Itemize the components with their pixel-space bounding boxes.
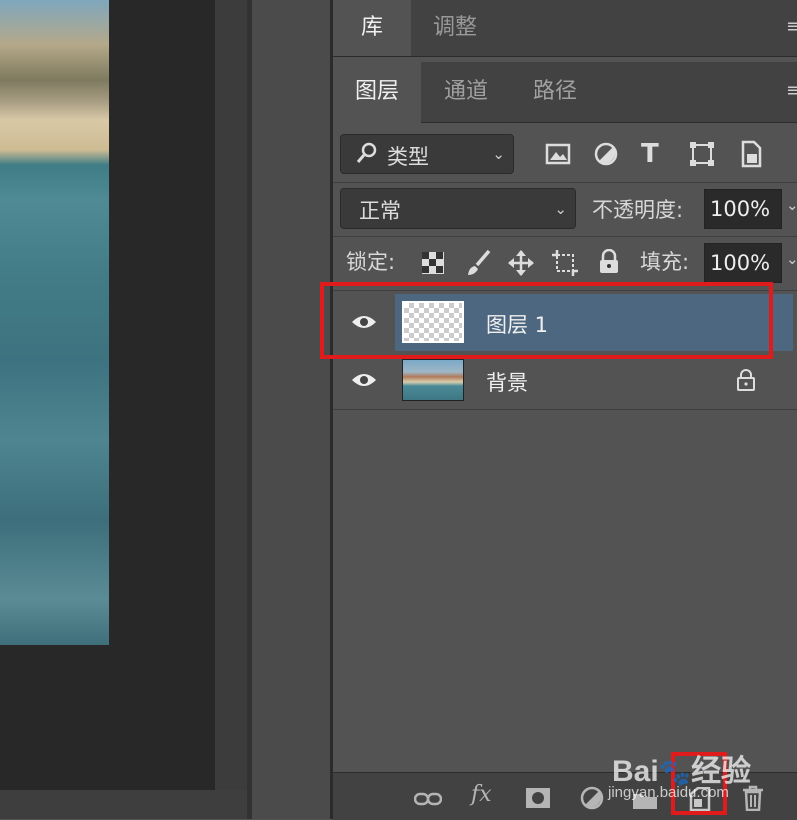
canvas-image [0,0,109,645]
filter-kind-label: 类型 [387,145,429,169]
layer-highlight-box [320,282,773,359]
layer-row-2[interactable]: 背景 [333,352,793,409]
chevron-down-icon: ⌄ [492,145,505,163]
watermark-url: jingyan.baidu.com [608,784,729,801]
opacity-label: 不透明度: [592,198,684,222]
add-mask-icon[interactable] [525,787,551,815]
image-filter-icon[interactable] [545,142,571,170]
paw-icon: 🐾 [658,757,692,787]
panel-menu-icon[interactable]: ≡ [786,16,797,37]
lock-transparent-pixels-icon[interactable] [422,252,444,278]
chevron-down-icon: ⌄ [554,199,567,218]
collapsed-panel-column [252,0,330,819]
link-layers-icon[interactable] [413,789,443,814]
opacity-input[interactable]: 100% [704,189,782,229]
type-filter-icon[interactable]: T [641,139,659,169]
lock-artboard-icon[interactable] [551,249,579,281]
separator [333,409,797,410]
lock-icon[interactable] [736,369,756,395]
lock-all-icon[interactable] [598,248,620,279]
status-bar [0,790,247,819]
fill-label: 填充: [640,250,690,274]
fx-icon[interactable]: fx [471,782,492,807]
blend-mode-value: 正常 [359,199,401,223]
opacity-dropdown-icon[interactable]: ⌄ [786,196,797,214]
lock-position-icon[interactable] [507,249,535,281]
tab-adjustments[interactable]: 调整 [412,0,498,56]
separator [333,182,797,183]
lock-label: 锁定: [346,250,396,274]
canvas-pasteboard-bottom [0,645,109,790]
tab-layers[interactable]: 图层 [333,62,421,123]
tab-library[interactable]: 库 [333,0,411,56]
separator [333,236,797,237]
blend-mode-select[interactable]: 正常 ⌄ [340,188,576,229]
lock-image-pixels-icon[interactable] [465,249,493,281]
tab-paths[interactable]: 路径 [510,62,600,123]
search-icon [355,139,381,172]
layer-thumbnail[interactable] [402,359,464,401]
adjustment-layer-icon[interactable] [580,786,604,816]
canvas-gutter [215,0,247,790]
eye-icon[interactable] [351,372,377,388]
shape-filter-icon[interactable] [689,141,715,171]
adjustment-filter-icon[interactable] [593,141,619,171]
canvas-pasteboard [109,0,215,790]
tab-channels[interactable]: 通道 [422,62,510,123]
layer-filter-select[interactable]: 类型 ⌄ [340,134,514,174]
layers-menu-icon[interactable]: ≡ [786,80,797,101]
fill-dropdown-icon[interactable]: ⌄ [786,250,797,268]
fill-input[interactable]: 100% [704,243,782,283]
smart-object-filter-icon[interactable] [740,140,762,172]
layer-name[interactable]: 背景 [486,367,528,397]
